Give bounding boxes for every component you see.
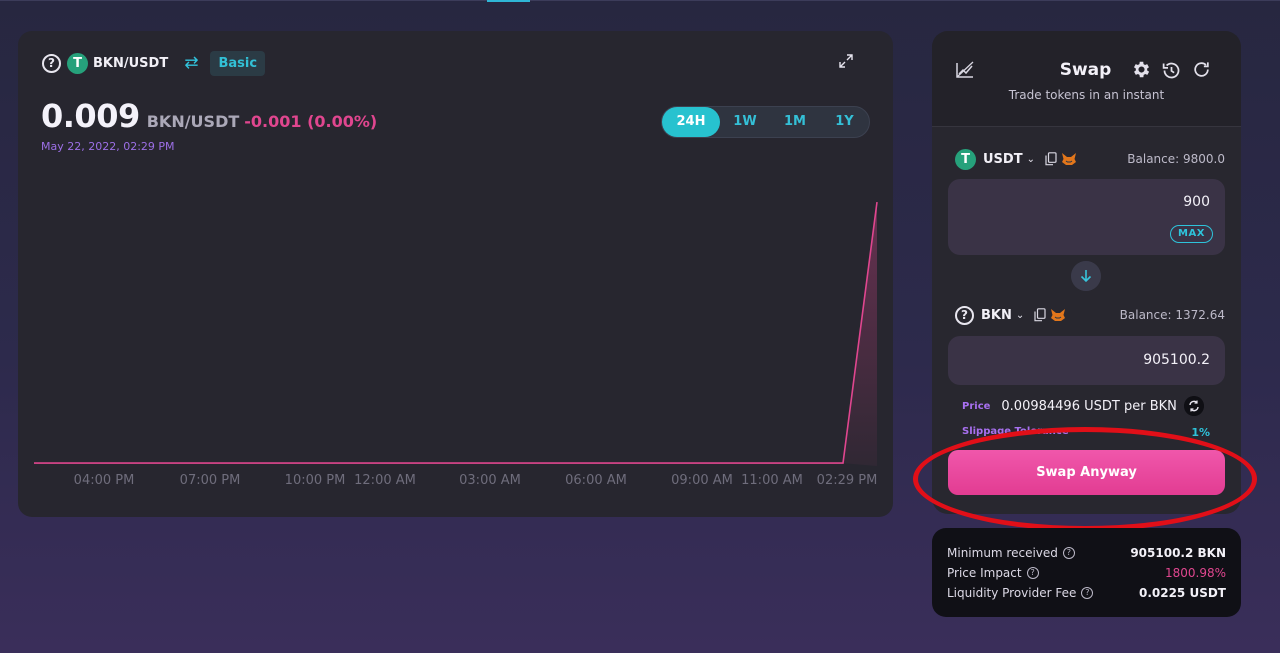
price-value: 0.00984496 USDT per BKN: [1001, 398, 1177, 414]
to-token-row: ? BKN ⌄ Balance: 1372.64: [955, 304, 1225, 326]
refresh-icon[interactable]: [1192, 60, 1211, 79]
copy-icon[interactable]: [1034, 308, 1046, 322]
top-border: [0, 0, 1280, 1]
pair-header: ? T BKN/USDT ⇄ Basic: [42, 50, 266, 76]
tether-token-icon: T: [67, 52, 88, 74]
lp-fee-row: Liquidity Provider Fee? 0.0225 USDT: [947, 586, 1226, 602]
min-received-value: 905100.2 BKN: [1130, 546, 1226, 560]
price-summary: 0.009 BKN/USDT -0.001 (0.00%): [41, 97, 377, 135]
to-balance: Balance: 1372.64: [1119, 308, 1225, 322]
chevron-down-icon[interactable]: ⌄: [1016, 310, 1024, 321]
price-change: -0.001 (0.00%): [244, 112, 378, 131]
info-icon[interactable]: ?: [1081, 587, 1094, 599]
from-amount-box: 900 MAX: [948, 179, 1225, 255]
from-token-selector[interactable]: USDT: [983, 152, 1023, 167]
info-icon[interactable]: ?: [1062, 547, 1075, 559]
gear-icon[interactable]: [1131, 59, 1152, 80]
lp-fee-value: 0.0225 USDT: [1138, 586, 1226, 600]
x-axis-tick-label: 07:00 PM: [180, 473, 241, 488]
to-token-selector[interactable]: BKN: [981, 308, 1012, 323]
tab-1w[interactable]: 1W: [720, 107, 770, 137]
min-received-text: Minimum received: [947, 546, 1058, 560]
swap-details-panel: Minimum received? 905100.2 BKN Price Imp…: [932, 528, 1241, 617]
from-amount-input[interactable]: 900: [1183, 194, 1210, 210]
tab-24h[interactable]: 24H: [662, 107, 720, 137]
usdt-token-icon: T: [955, 148, 976, 170]
min-received-row: Minimum received? 905100.2 BKN: [947, 546, 1226, 562]
x-axis-tick-label: 09:00 AM: [671, 473, 733, 488]
swap-subtitle: Trade tokens in an instant: [1008, 88, 1165, 102]
help-icon[interactable]: ?: [42, 53, 61, 73]
history-icon[interactable]: [1161, 60, 1182, 81]
price-impact-row: Price Impact? 1800.98%: [947, 566, 1226, 582]
annotation-circle: [913, 427, 1257, 531]
x-axis-tick-label: 04:00 PM: [74, 473, 135, 488]
x-axis-tick-label: 12:00 AM: [354, 473, 416, 488]
unknown-token-icon: ?: [955, 305, 974, 325]
x-axis-tick-label: 06:00 AM: [565, 473, 627, 488]
price-label: Price: [962, 400, 991, 412]
from-balance: Balance: 9800.0: [1127, 152, 1225, 166]
price-timestamp: May 22, 2022, 02:29 PM: [41, 140, 175, 153]
to-amount-box: 905100.2: [948, 336, 1225, 385]
swap-pair-icon[interactable]: ⇄: [184, 53, 198, 73]
active-nav-indicator: [487, 0, 530, 2]
price-impact-value: 1800.98%: [1164, 566, 1226, 580]
swap-header: Swap Trade tokens in an instant: [932, 31, 1241, 127]
to-amount-input[interactable]: 905100.2: [1143, 352, 1210, 368]
tab-1m[interactable]: 1M: [770, 107, 820, 137]
tab-1y[interactable]: 1Y: [820, 107, 869, 137]
x-axis-tick-label: 11:00 AM: [741, 473, 803, 488]
info-icon[interactable]: ?: [1026, 567, 1039, 579]
price-impact-text: Price Impact: [947, 566, 1022, 580]
max-button[interactable]: MAX: [1170, 225, 1213, 243]
metamask-icon[interactable]: [1050, 308, 1066, 322]
lp-fee-text: Liquidity Provider Fee: [947, 586, 1077, 600]
from-token-row: T USDT ⌄ Balance: 9800.0: [955, 148, 1225, 170]
current-price: 0.009: [41, 97, 140, 135]
min-received-label: Minimum received?: [947, 546, 1075, 560]
basic-mode-button[interactable]: Basic: [210, 50, 266, 76]
expand-icon[interactable]: [838, 53, 854, 69]
price-info-row: Price 0.00984496 USDT per BKN: [962, 396, 1212, 416]
price-pair-label: BKN/USDT: [146, 112, 240, 131]
x-axis-tick-label: 02:29 PM: [817, 473, 878, 488]
swap-title-text: Swap: [1059, 60, 1112, 80]
x-axis-tick-label: 03:00 AM: [459, 473, 521, 488]
x-axis-tick-label: 10:00 PM: [285, 473, 346, 488]
pair-label: BKN/USDT: [93, 55, 169, 71]
flip-price-icon[interactable]: [1183, 396, 1204, 416]
copy-icon[interactable]: [1045, 152, 1057, 166]
time-range-tabs: 24H 1W 1M 1Y: [661, 106, 870, 138]
chart-panel: 04:00 PM 07:00 PM 10:00 PM 12:00 AM 03:00 AM…: [18, 31, 893, 517]
chevron-down-icon[interactable]: ⌄: [1027, 154, 1035, 165]
slippage-value[interactable]: 1%: [1191, 426, 1210, 439]
switch-direction-button[interactable]: [1071, 261, 1101, 291]
price-impact-label: Price Impact?: [947, 566, 1039, 580]
metamask-icon[interactable]: [1061, 152, 1077, 166]
lp-fee-label: Liquidity Provider Fee?: [947, 586, 1094, 600]
chart-series-line: [34, 201, 878, 464]
